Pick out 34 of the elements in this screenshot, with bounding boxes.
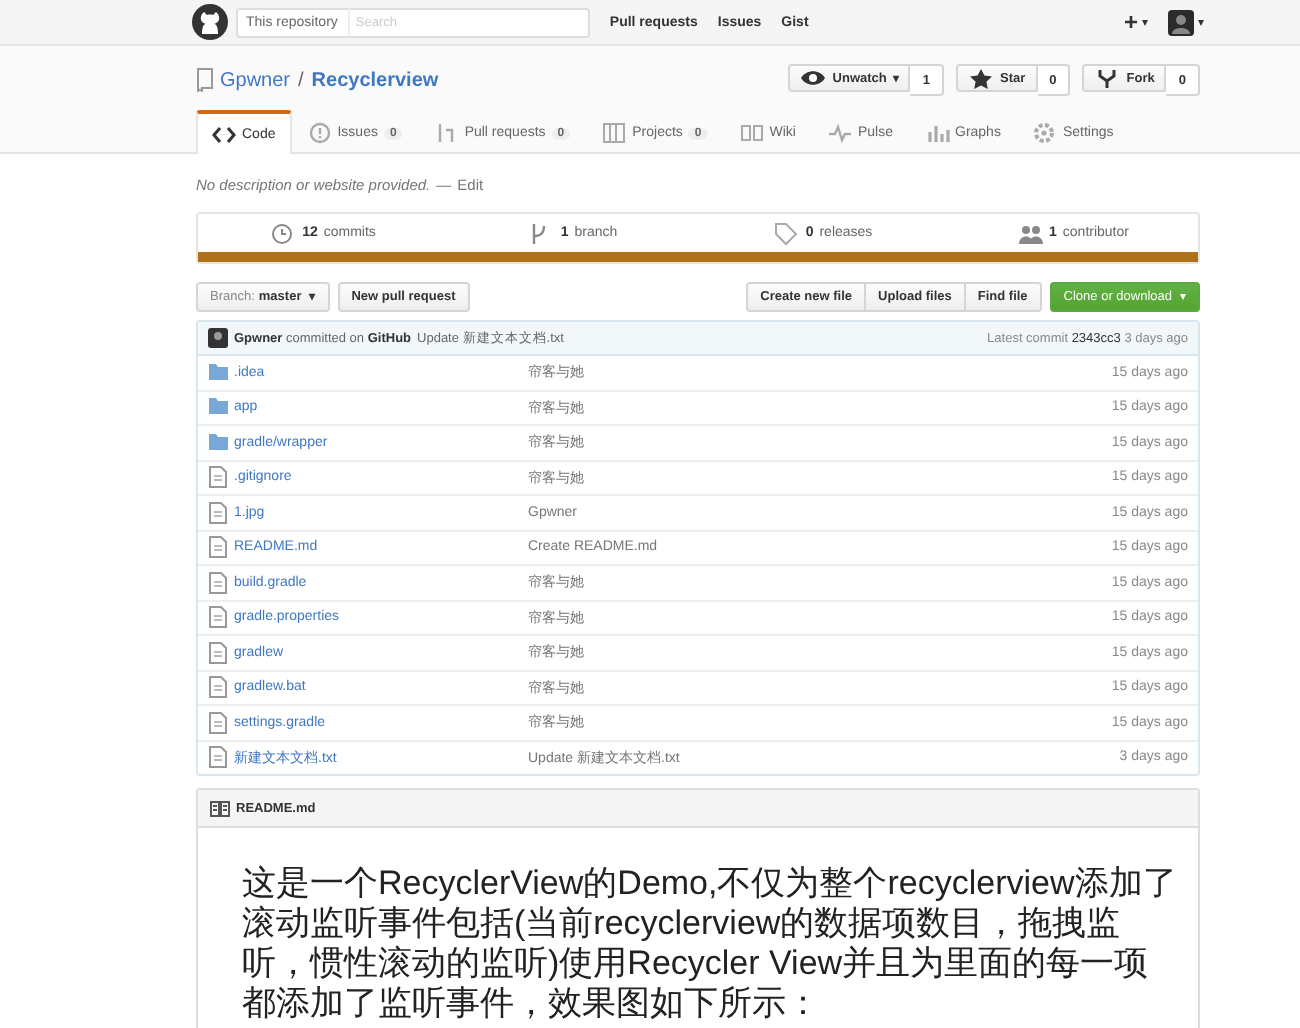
- file-icon: [208, 501, 228, 524]
- tag-icon: [773, 221, 800, 245]
- circle-info-icon: [307, 122, 332, 144]
- file-icon: [208, 466, 228, 489]
- board-icon: [602, 122, 627, 144]
- file-icon: [208, 571, 228, 594]
- pulse-icon: [827, 122, 852, 144]
- people-icon: [1017, 221, 1043, 245]
- book-icon: [210, 799, 230, 817]
- star-icon: [968, 67, 994, 89]
- book-icon: [739, 122, 764, 144]
- eye-icon: [800, 67, 827, 89]
- path-separator: /: [298, 69, 304, 91]
- file-icon: [208, 536, 228, 559]
- owner-link[interactable]: Gpwner: [220, 69, 291, 91]
- fork-icon: [1094, 67, 1121, 89]
- folder-icon: [208, 431, 228, 454]
- history-icon: [270, 221, 297, 245]
- readme-heading: 这是一个RecyclerView的Demo,不仅为整个recyclerview添加了滚动监听事件包括(当前recyclerview的数据项数目，拖拽监听，惯性滚动的监听)使用Recycler View并且为里面的每一项都添加了监听事件，效果图如下所示：: [242, 864, 1179, 1024]
- avatar-icon: [1168, 9, 1194, 35]
- bar-graph-icon: [925, 122, 949, 144]
- folder-icon: [208, 361, 228, 384]
- file-icon: [208, 676, 228, 699]
- avatar-icon: [208, 328, 228, 348]
- file-icon: [208, 711, 228, 734]
- folder-icon: [208, 396, 228, 419]
- file-icon: [208, 746, 228, 769]
- code-icon: [212, 123, 236, 145]
- pull-request-icon: [434, 122, 459, 144]
- file-icon: [208, 606, 228, 629]
- repository-link[interactable]: Recyclerview: [311, 69, 439, 91]
- file-icon: [208, 641, 228, 664]
- repository-icon: [196, 68, 214, 92]
- settings-icon: [1032, 122, 1057, 144]
